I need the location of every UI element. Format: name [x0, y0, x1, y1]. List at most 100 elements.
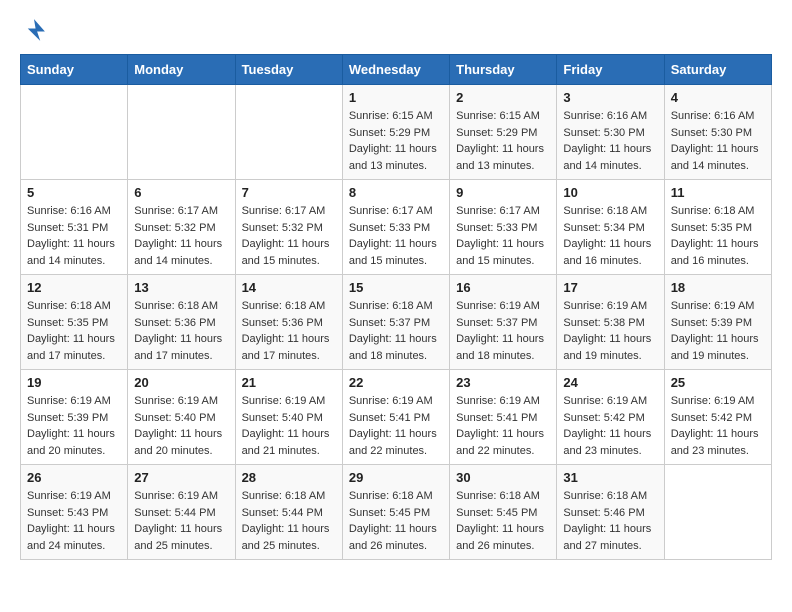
day-info: Sunrise: 6:19 AM Sunset: 5:40 PM Dayligh…	[134, 393, 228, 459]
calendar-cell: 5Sunrise: 6:16 AM Sunset: 5:31 PM Daylig…	[21, 180, 128, 275]
calendar-cell: 16Sunrise: 6:19 AM Sunset: 5:37 PM Dayli…	[450, 275, 557, 370]
day-number: 6	[134, 185, 228, 200]
calendar-table: SundayMondayTuesdayWednesdayThursdayFrid…	[20, 54, 772, 560]
day-info: Sunrise: 6:19 AM Sunset: 5:37 PM Dayligh…	[456, 298, 550, 364]
day-info: Sunrise: 6:17 AM Sunset: 5:33 PM Dayligh…	[349, 203, 443, 269]
day-number: 18	[671, 280, 765, 295]
calendar-cell: 1Sunrise: 6:15 AM Sunset: 5:29 PM Daylig…	[342, 85, 449, 180]
weekday-header-thursday: Thursday	[450, 55, 557, 85]
day-number: 15	[349, 280, 443, 295]
day-info: Sunrise: 6:18 AM Sunset: 5:44 PM Dayligh…	[242, 488, 336, 554]
weekday-header-wednesday: Wednesday	[342, 55, 449, 85]
logo-icon	[20, 16, 48, 44]
day-info: Sunrise: 6:17 AM Sunset: 5:32 PM Dayligh…	[134, 203, 228, 269]
day-number: 29	[349, 470, 443, 485]
day-number: 7	[242, 185, 336, 200]
weekday-header-sunday: Sunday	[21, 55, 128, 85]
calendar-cell	[128, 85, 235, 180]
calendar-cell: 9 Sunrise: 6:17 AM Sunset: 5:33 PM Daylig…	[450, 180, 557, 275]
calendar-cell	[235, 85, 342, 180]
day-number: 1	[349, 90, 443, 105]
calendar-cell: 31 Sunrise: 6:18 AM Sunset: 5:46 PM Dayli…	[557, 465, 664, 560]
calendar-cell: 17 Sunrise: 6:19 AM Sunset: 5:38 PM Dayli…	[557, 275, 664, 370]
day-number: 14	[242, 280, 336, 295]
calendar-cell: 26Sunrise: 6:19 AM Sunset: 5:43 PM Dayli…	[21, 465, 128, 560]
day-info: Sunrise: 6:18 AM Sunset: 5:34 PM Dayligh…	[563, 203, 657, 269]
day-info: Sunrise: 6:19 AM Sunset: 5:41 PM Dayligh…	[456, 393, 550, 459]
calendar-cell: 29 Sunrise: 6:18 AM Sunset: 5:45 PM Dayli…	[342, 465, 449, 560]
calendar-cell	[664, 465, 771, 560]
calendar-cell: 27 Sunrise: 6:19 AM Sunset: 5:44 PM Dayli…	[128, 465, 235, 560]
day-info: Sunrise: 6:19 AM Sunset: 5:43 PM Dayligh…	[27, 488, 121, 554]
day-info: Sunrise: 6:19 AM Sunset: 5:41 PM Dayligh…	[349, 393, 443, 459]
calendar-cell: 7 Sunrise: 6:17 AM Sunset: 5:32 PM Daylig…	[235, 180, 342, 275]
calendar-cell: 8 Sunrise: 6:17 AM Sunset: 5:33 PM Daylig…	[342, 180, 449, 275]
day-info: Sunrise: 6:18 AM Sunset: 5:37 PM Dayligh…	[349, 298, 443, 364]
calendar-cell: 4 Sunrise: 6:16 AM Sunset: 5:30 PM Daylig…	[664, 85, 771, 180]
calendar-cell: 25 Sunrise: 6:19 AM Sunset: 5:42 PM Dayli…	[664, 370, 771, 465]
logo	[20, 16, 54, 44]
weekday-header-saturday: Saturday	[664, 55, 771, 85]
day-info: Sunrise: 6:18 AM Sunset: 5:45 PM Dayligh…	[456, 488, 550, 554]
calendar-cell: 3 Sunrise: 6:16 AM Sunset: 5:30 PM Daylig…	[557, 85, 664, 180]
day-info: Sunrise: 6:17 AM Sunset: 5:33 PM Dayligh…	[456, 203, 550, 269]
day-number: 27	[134, 470, 228, 485]
calendar-week-2: 5Sunrise: 6:16 AM Sunset: 5:31 PM Daylig…	[21, 180, 772, 275]
calendar-cell: 24Sunrise: 6:19 AM Sunset: 5:42 PM Dayli…	[557, 370, 664, 465]
calendar-week-3: 12Sunrise: 6:18 AM Sunset: 5:35 PM Dayli…	[21, 275, 772, 370]
day-number: 9	[456, 185, 550, 200]
day-info: Sunrise: 6:18 AM Sunset: 5:35 PM Dayligh…	[671, 203, 765, 269]
day-info: Sunrise: 6:18 AM Sunset: 5:46 PM Dayligh…	[563, 488, 657, 554]
day-info: Sunrise: 6:19 AM Sunset: 5:39 PM Dayligh…	[671, 298, 765, 364]
day-number: 19	[27, 375, 121, 390]
day-info: Sunrise: 6:18 AM Sunset: 5:36 PM Dayligh…	[134, 298, 228, 364]
weekday-header-tuesday: Tuesday	[235, 55, 342, 85]
page-header	[20, 16, 772, 44]
day-number: 8	[349, 185, 443, 200]
day-info: Sunrise: 6:15 AM Sunset: 5:29 PM Dayligh…	[456, 108, 550, 174]
calendar-week-4: 19 Sunrise: 6:19 AM Sunset: 5:39 PM Dayli…	[21, 370, 772, 465]
day-number: 21	[242, 375, 336, 390]
weekday-header-row: SundayMondayTuesdayWednesdayThursdayFrid…	[21, 55, 772, 85]
calendar-cell: 18 Sunrise: 6:19 AM Sunset: 5:39 PM Dayli…	[664, 275, 771, 370]
day-number: 17	[563, 280, 657, 295]
calendar-cell: 14 Sunrise: 6:18 AM Sunset: 5:36 PM Dayli…	[235, 275, 342, 370]
day-info: Sunrise: 6:18 AM Sunset: 5:45 PM Dayligh…	[349, 488, 443, 554]
calendar-week-1: 1 Sunrise: 6:15 AM Sunset: 5:29 PM Daylig…	[21, 85, 772, 180]
day-number: 30	[456, 470, 550, 485]
day-info: Sunrise: 6:19 AM Sunset: 5:42 PM Dayligh…	[671, 393, 765, 459]
day-number: 13	[134, 280, 228, 295]
day-info: Sunrise: 6:16 AM Sunset: 5:30 PM Dayligh…	[563, 108, 657, 174]
calendar-cell: 20 Sunrise: 6:19 AM Sunset: 5:40 PM Dayli…	[128, 370, 235, 465]
day-number: 2	[456, 90, 550, 105]
day-info: Sunrise: 6:16 AM Sunset: 5:31 PM Dayligh…	[27, 203, 121, 269]
day-number: 11	[671, 185, 765, 200]
calendar-cell: 15 Sunrise: 6:18 AM Sunset: 5:37 PM Dayli…	[342, 275, 449, 370]
day-number: 23	[456, 375, 550, 390]
calendar-cell: 30 Sunrise: 6:18 AM Sunset: 5:45 PM Dayli…	[450, 465, 557, 560]
day-number: 3	[563, 90, 657, 105]
day-info: Sunrise: 6:19 AM Sunset: 5:38 PM Dayligh…	[563, 298, 657, 364]
day-number: 24	[563, 375, 657, 390]
day-number: 10	[563, 185, 657, 200]
day-number: 31	[563, 470, 657, 485]
day-info: Sunrise: 6:16 AM Sunset: 5:30 PM Dayligh…	[671, 108, 765, 174]
calendar-cell: 12Sunrise: 6:18 AM Sunset: 5:35 PM Dayli…	[21, 275, 128, 370]
day-info: Sunrise: 6:18 AM Sunset: 5:36 PM Dayligh…	[242, 298, 336, 364]
calendar-cell: 22 Sunrise: 6:19 AM Sunset: 5:41 PM Dayli…	[342, 370, 449, 465]
calendar-week-5: 26Sunrise: 6:19 AM Sunset: 5:43 PM Dayli…	[21, 465, 772, 560]
day-number: 20	[134, 375, 228, 390]
calendar-cell: 23 Sunrise: 6:19 AM Sunset: 5:41 PM Dayli…	[450, 370, 557, 465]
day-number: 22	[349, 375, 443, 390]
weekday-header-friday: Friday	[557, 55, 664, 85]
calendar-cell: 28Sunrise: 6:18 AM Sunset: 5:44 PM Dayli…	[235, 465, 342, 560]
calendar-cell: 10 Sunrise: 6:18 AM Sunset: 5:34 PM Dayli…	[557, 180, 664, 275]
day-number: 12	[27, 280, 121, 295]
calendar-cell: 13 Sunrise: 6:18 AM Sunset: 5:36 PM Dayli…	[128, 275, 235, 370]
day-number: 25	[671, 375, 765, 390]
day-info: Sunrise: 6:17 AM Sunset: 5:32 PM Dayligh…	[242, 203, 336, 269]
day-number: 4	[671, 90, 765, 105]
calendar-cell: 11 Sunrise: 6:18 AM Sunset: 5:35 PM Dayli…	[664, 180, 771, 275]
day-info: Sunrise: 6:19 AM Sunset: 5:44 PM Dayligh…	[134, 488, 228, 554]
day-info: Sunrise: 6:19 AM Sunset: 5:39 PM Dayligh…	[27, 393, 121, 459]
